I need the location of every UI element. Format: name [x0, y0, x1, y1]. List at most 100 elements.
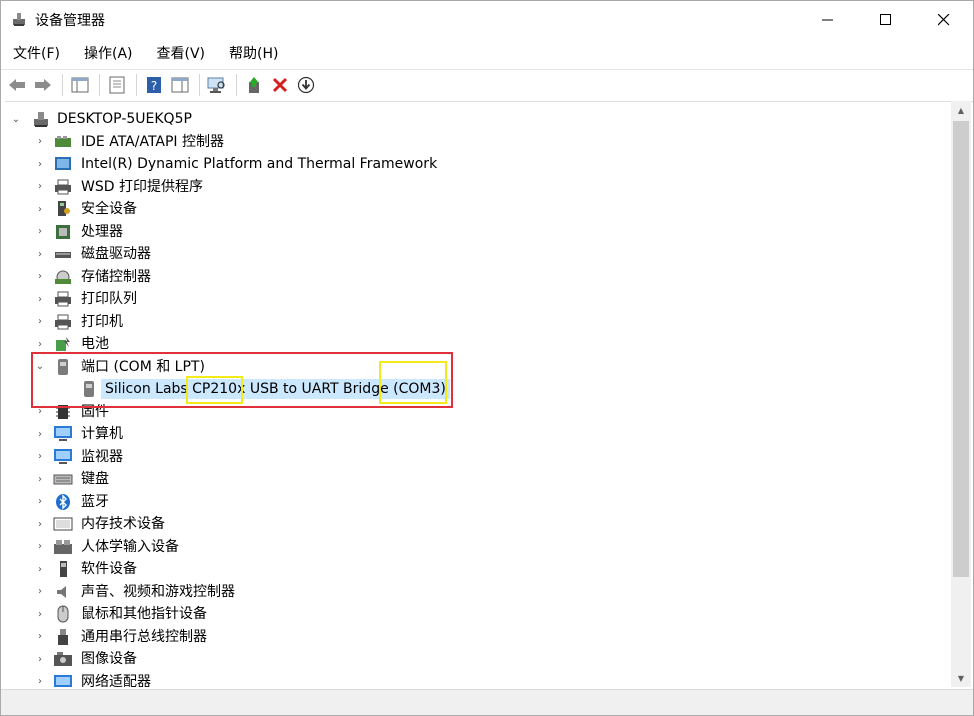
collapse-chevron-icon[interactable]: ⌄ [11, 114, 21, 125]
scrollbar-thumb[interactable] [953, 121, 969, 577]
tree-category[interactable]: › 计算机 [5, 423, 950, 446]
expand-chevron-icon[interactable]: › [35, 249, 45, 260]
tree-category[interactable]: › 磁盘驱动器 [5, 243, 950, 266]
help-icon: ? [147, 76, 161, 93]
category-label: 图像设备 [81, 651, 137, 668]
back-button[interactable] [5, 73, 29, 97]
expand-chevron-icon[interactable]: › [35, 541, 45, 552]
tree-category[interactable]: › 人体学输入设备 [5, 536, 950, 559]
category-label: WSD 打印提供程序 [81, 178, 203, 195]
tree-category[interactable]: › WSD 打印提供程序 [5, 176, 950, 199]
close-icon [938, 14, 950, 26]
tree-category[interactable]: › 蓝牙 [5, 491, 950, 514]
scroll-up-icon[interactable]: ▲ [951, 101, 971, 119]
expand-chevron-icon[interactable]: › [35, 339, 45, 350]
scan-hardware-icon [207, 77, 225, 93]
status-bar [1, 689, 973, 715]
expand-chevron-icon[interactable]: › [35, 181, 45, 192]
disk-drive-icon [53, 245, 73, 263]
expand-chevron-icon[interactable]: › [35, 451, 45, 462]
uninstall-device-button[interactable] [268, 73, 292, 97]
category-label: 监视器 [81, 448, 123, 465]
tree-category[interactable]: › 打印机 [5, 311, 950, 334]
expand-chevron-icon[interactable]: › [35, 136, 45, 147]
vertical-scrollbar[interactable]: ▲ ▼ [951, 101, 971, 687]
storage-controller-icon [53, 268, 73, 286]
processor-icon [53, 223, 73, 241]
update-driver-button[interactable] [242, 73, 266, 97]
expand-chevron-icon[interactable]: › [35, 204, 45, 215]
printer-icon [53, 313, 73, 331]
toolbar: ? [1, 69, 973, 99]
svg-text:?: ? [151, 79, 157, 93]
root-label: DESKTOP-5UEKQ5P [57, 111, 192, 128]
tree-category[interactable]: › IDE ATA/ATAPI 控制器 [5, 131, 950, 154]
disable-device-button[interactable] [294, 73, 318, 97]
toolbar-separator [199, 73, 200, 96]
tree-category[interactable]: › 处理器 [5, 221, 950, 244]
tree-category[interactable]: › 图像设备 [5, 648, 950, 671]
expand-chevron-icon[interactable]: › [35, 294, 45, 305]
device-manager-window: 设备管理器 文件(F) 操作(A) 查看(V) 帮助(H) ? ⌄ DESKTO… [0, 0, 974, 716]
expand-chevron-icon[interactable]: › [35, 316, 45, 327]
ide-controller-icon [53, 133, 73, 151]
category-label: 鼠标和其他指针设备 [81, 606, 207, 623]
tree-category[interactable]: › Intel(R) Dynamic Platform and Thermal F… [5, 153, 950, 176]
tree-category[interactable]: › 键盘 [5, 468, 950, 491]
category-label: Intel(R) Dynamic Platform and Thermal Fr… [81, 156, 438, 173]
tree-category[interactable]: › 监视器 [5, 446, 950, 469]
tree-root[interactable]: ⌄ DESKTOP-5UEKQ5P [5, 108, 950, 131]
expand-chevron-icon[interactable]: › [35, 631, 45, 642]
expand-chevron-icon[interactable]: › [35, 586, 45, 597]
expand-chevron-icon[interactable]: › [35, 474, 45, 485]
category-label: 处理器 [81, 223, 123, 240]
expand-chevron-icon[interactable]: › [35, 429, 45, 440]
help-button[interactable]: ? [142, 73, 166, 97]
forward-arrow-icon [35, 78, 51, 91]
toolbar-separator [236, 73, 237, 96]
action-pane-button[interactable] [168, 73, 192, 97]
expand-chevron-icon[interactable]: › [35, 406, 45, 417]
menu-action[interactable]: 操作(A) [78, 41, 139, 67]
scroll-down-icon[interactable]: ▼ [951, 669, 971, 687]
minimize-button[interactable] [799, 1, 857, 39]
back-arrow-icon [9, 78, 25, 91]
tree-category[interactable]: › 安全设备 [5, 198, 950, 221]
menu-view[interactable]: 查看(V) [151, 41, 212, 67]
expand-chevron-icon[interactable]: › [35, 226, 45, 237]
expand-chevron-icon[interactable]: › [35, 496, 45, 507]
expand-chevron-icon[interactable]: › [35, 564, 45, 575]
tree-category[interactable]: › 存储控制器 [5, 266, 950, 289]
tree-category[interactable]: › 打印队列 [5, 288, 950, 311]
scan-hardware-button[interactable] [205, 73, 229, 97]
tree-category[interactable]: › 通用串行总线控制器 [5, 626, 950, 649]
computer-icon [53, 425, 73, 443]
expand-chevron-icon[interactable]: › [35, 654, 45, 665]
properties-icon [109, 76, 125, 93]
thermal-framework-icon [53, 155, 73, 173]
category-label: 安全设备 [81, 201, 137, 218]
properties-button[interactable] [105, 73, 129, 97]
hid-icon [53, 538, 73, 556]
menu-help[interactable]: 帮助(H) [223, 41, 284, 67]
forward-button[interactable] [31, 73, 55, 97]
bluetooth-icon [53, 493, 73, 511]
close-button[interactable] [915, 1, 973, 39]
maximize-button[interactable] [857, 1, 915, 39]
tree-category[interactable]: › 软件设备 [5, 558, 950, 581]
device-manager-icon [13, 13, 25, 26]
expand-chevron-icon[interactable]: › [35, 609, 45, 620]
menu-file[interactable]: 文件(F) [7, 41, 66, 67]
tree-category[interactable]: › 鼠标和其他指针设备 [5, 603, 950, 626]
tree-category[interactable]: › 内存技术设备 [5, 513, 950, 536]
expand-chevron-icon[interactable]: › [35, 676, 45, 687]
expand-chevron-icon[interactable]: › [35, 271, 45, 282]
keyboard-icon [53, 470, 73, 488]
tree-category[interactable]: › 声音、视频和游戏控制器 [5, 581, 950, 604]
expand-chevron-icon[interactable]: › [35, 159, 45, 170]
tree-category[interactable]: › 网络适配器 [5, 671, 950, 687]
annotation-yellow-box-com3 [379, 361, 447, 404]
print-queue-icon [53, 290, 73, 308]
expand-chevron-icon[interactable]: › [35, 519, 45, 530]
show-hide-console-tree-button[interactable] [68, 73, 92, 97]
